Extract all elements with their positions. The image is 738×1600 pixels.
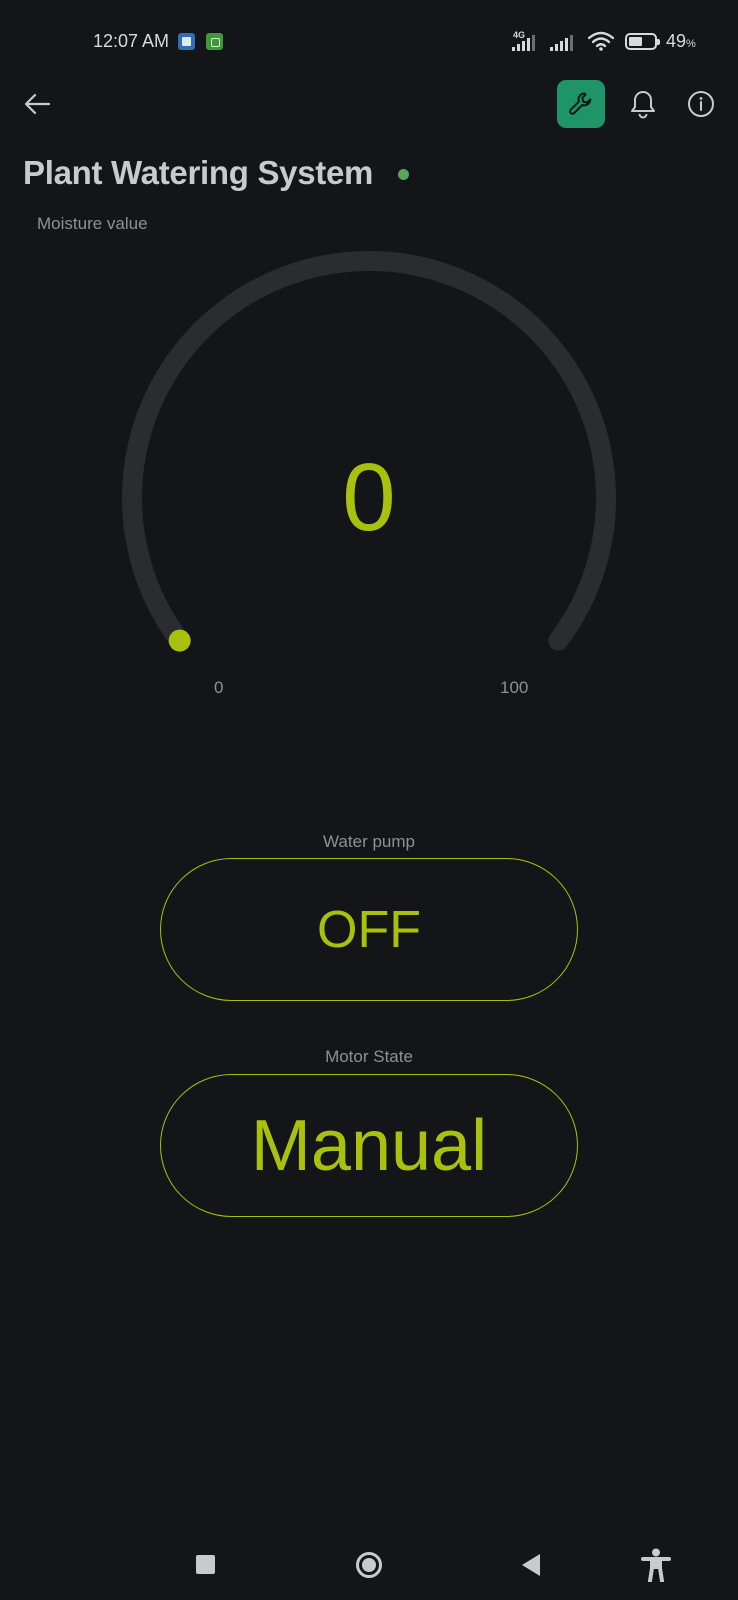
motor-state-value: Manual: [250, 1105, 488, 1186]
back-triangle-icon[interactable]: [522, 1554, 540, 1576]
water-pump-toggle-button[interactable]: OFF: [160, 858, 578, 1001]
accessibility-icon[interactable]: [641, 1548, 671, 1582]
moisture-gauge: [122, 251, 616, 652]
water-pump-label: Water pump: [323, 832, 415, 851]
gauge-indicator: [168, 629, 191, 652]
home-circle-icon[interactable]: [356, 1552, 382, 1578]
gauge-min-label: 0: [214, 678, 224, 697]
motor-state-button[interactable]: Manual: [160, 1074, 578, 1217]
app-screen: 12:07 AM 4G 49% Plant Watering System Mo…: [0, 0, 738, 1600]
gauge-max-label: 100: [500, 678, 529, 697]
water-pump-state: OFF: [317, 900, 421, 959]
gauge-value: 0: [342, 444, 396, 551]
recents-square-icon[interactable]: [196, 1555, 215, 1574]
motor-state-label: Motor State: [325, 1047, 413, 1066]
